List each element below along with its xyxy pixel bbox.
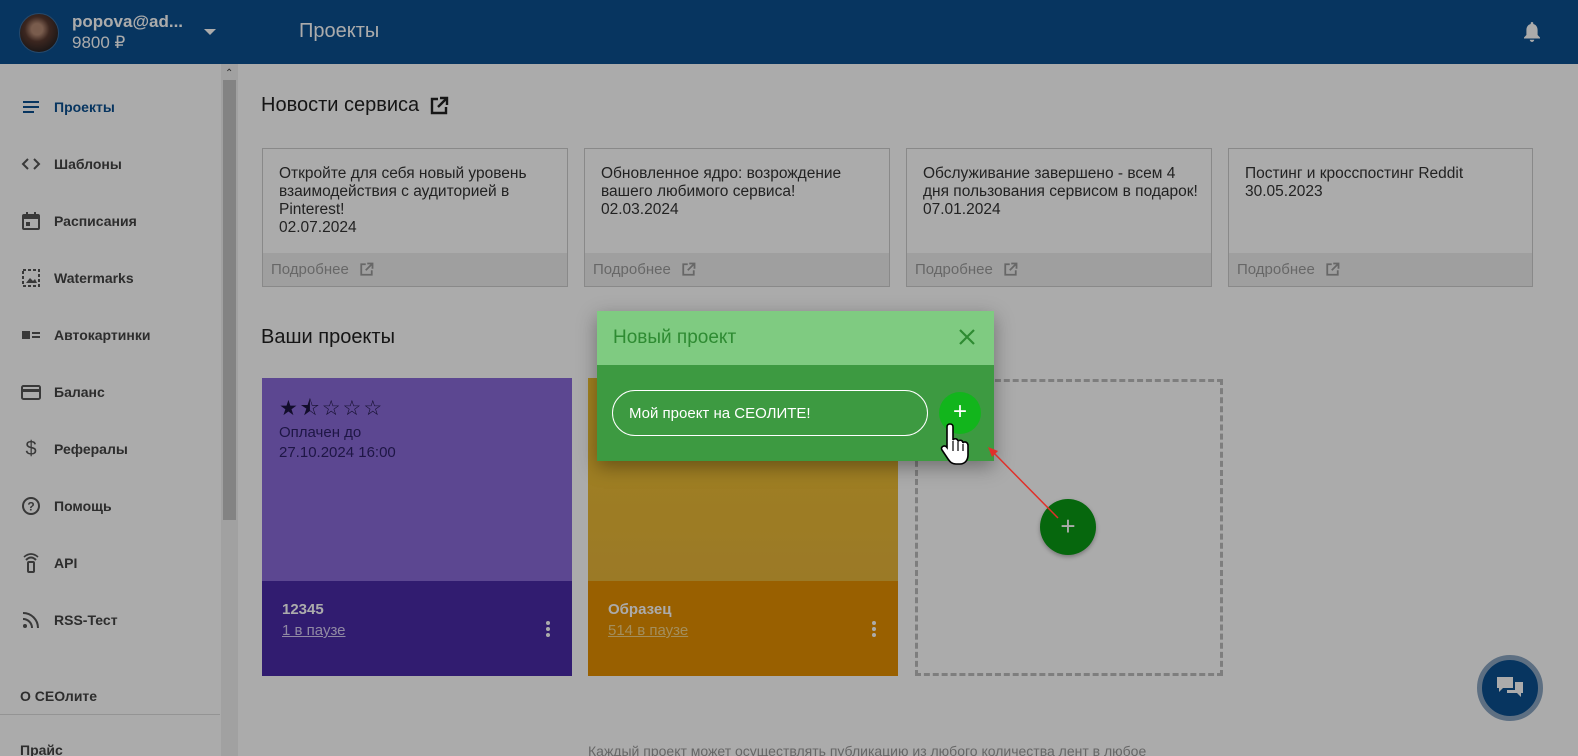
dialog-header: Новый проект [597, 311, 994, 365]
new-project-dialog: Новый проект + [597, 311, 994, 461]
close-icon[interactable] [958, 328, 976, 346]
project-name-input[interactable] [612, 390, 928, 436]
dialog-body: + [597, 365, 994, 461]
dialog-title: Новый проект [613, 327, 737, 348]
hand-cursor-icon [940, 423, 969, 465]
